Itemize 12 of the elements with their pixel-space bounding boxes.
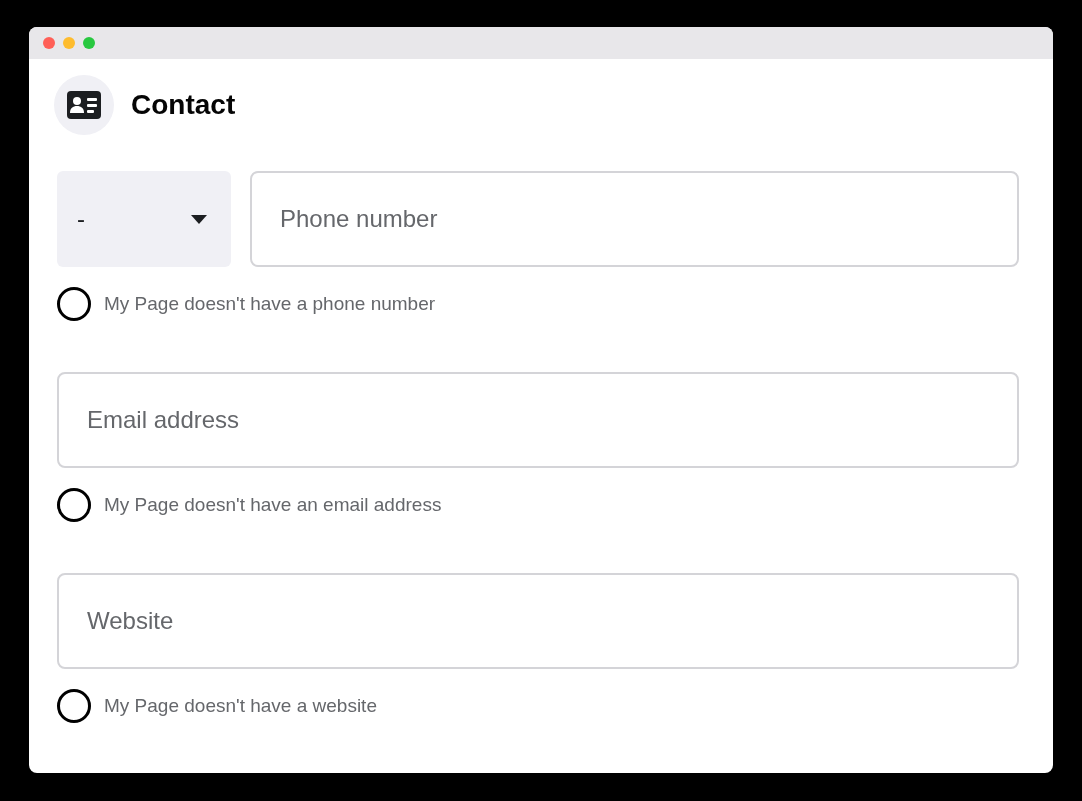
option-label: My Page doesn't have a phone number — [104, 291, 436, 316]
caret-icon — [191, 214, 207, 224]
country-code-dropdown[interactable]: - — [57, 171, 231, 267]
input-field[interactable]: Phone number — [250, 171, 1019, 267]
section-title: Contact — [131, 88, 236, 122]
radio-button[interactable] — [57, 689, 91, 723]
input-field[interactable]: Website — [57, 573, 1019, 669]
input-field[interactable]: Email address — [57, 372, 1019, 468]
option-label: My Page doesn't have an email address — [104, 492, 442, 517]
radio-button[interactable] — [57, 488, 91, 522]
radio-button[interactable] — [57, 287, 91, 321]
option-label: My Page doesn't have a website — [104, 693, 377, 718]
